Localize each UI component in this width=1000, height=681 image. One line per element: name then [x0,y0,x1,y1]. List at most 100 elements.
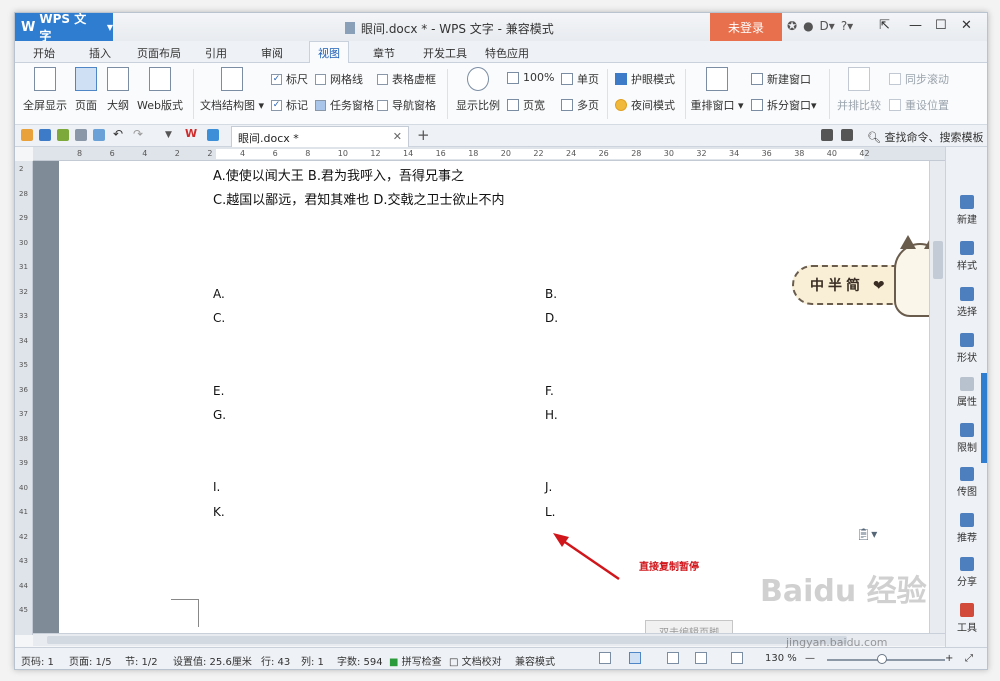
gridlines-checkbox[interactable]: 网格线 [315,71,363,87]
split-window-button[interactable]: 拆分窗口 ▾ [751,97,817,113]
task-pane-checkbox[interactable]: 任务窗格 [315,97,374,113]
print-icon[interactable] [75,129,87,141]
restore-ribbon-icon[interactable]: ⇱ [879,18,890,33]
outline-view-button[interactable]: 大纲 [103,67,133,113]
tab-developer[interactable]: 开发工具 [423,45,467,61]
ruler-tick-label: 10 [337,149,348,158]
tab-page-layout[interactable]: 页面布局 [137,45,181,61]
web-view-button[interactable]: Web版式 [135,67,185,113]
side-compare-button[interactable]: 并排比较 [833,67,885,113]
sidepanel-collapse-handle[interactable] [981,373,987,463]
ruler-tick-label: 2 [19,165,24,173]
multi-page-button[interactable]: 多页 [561,97,599,113]
sidepanel-style[interactable]: 样式 [946,241,987,272]
fit-page-icon[interactable]: ⤢ [965,653,973,664]
toolbox-icon [960,603,974,617]
tab-special[interactable]: 特色应用 [485,45,529,61]
sync-scroll-button[interactable]: 同步滚动 [889,71,949,87]
sidepanel-new[interactable]: 新建 [946,195,987,226]
tab-home[interactable]: 开始 [33,45,55,61]
export-pdf-icon[interactable] [57,129,69,141]
spell-check-toggle[interactable]: ■ 拼写检查 [389,653,442,668]
new-window-button[interactable]: 新建窗口 [751,71,811,87]
close-tab-icon[interactable]: ✕ [393,130,402,143]
ruler-tick-label: 22 [533,149,544,158]
cube-icon[interactable] [207,129,219,141]
sidepanel-shape[interactable]: 形状 [946,333,987,364]
status-word-count[interactable]: 字数: 594 [337,653,383,668]
zoom-in-icon[interactable]: + [945,653,953,664]
doc-proof-toggle[interactable]: □ 文档校对 [449,653,502,668]
restrict-icon [960,423,974,437]
zoom-ratio-button[interactable]: 显示比例 [453,67,503,113]
zoom-slider-knob[interactable] [877,654,887,664]
ruler-tick-label: 24 [566,149,577,158]
vertical-scrollbar[interactable] [929,161,945,635]
open-folder-icon[interactable] [21,129,33,141]
close-icon[interactable]: ✕ [961,18,972,33]
feedback-icon[interactable] [821,129,833,141]
sidepanel-recommend[interactable]: 推荐 [946,513,987,544]
sidepanel-upload-image[interactable]: 传图 [946,467,987,498]
horizontal-ruler: 8 6 4 2 2 4 6 8 10 12 14 16 18 20 22 24 26 28 30 32 34 36 38 40… [33,147,945,161]
reset-position-button[interactable]: 重设位置 [889,97,949,113]
page-view-icon[interactable] [629,652,641,664]
web-view-icon[interactable] [731,652,743,664]
nav-pane-checkbox[interactable]: 导航窗格 [377,97,436,113]
outline-view-icon[interactable] [667,652,679,664]
undo-icon[interactable]: ↶ [113,127,125,141]
customize-dropdown-icon[interactable]: ▼ [165,130,177,142]
sidepanel-share[interactable]: 分享 [946,557,987,588]
recommend-icon [960,513,974,527]
save-icon[interactable] [39,129,51,141]
document-tab[interactable]: 眼间.docx * ✕ [231,126,409,147]
skin-icon[interactable]: ✪ [787,19,797,33]
search-command-box[interactable]: 🔍︎ 查找命令、搜索模板 [867,129,983,145]
fullscreen-view-icon[interactable] [599,652,611,664]
page-width-button[interactable]: 页宽 [507,97,545,113]
tab-chapter[interactable]: 章节 [373,45,395,61]
tab-view[interactable]: 视图 [309,41,349,64]
ruler-tick-label: 6 [272,149,278,158]
rearrange-window-button[interactable]: 重排窗口 ▾ [689,67,745,113]
table-dashed-checkbox[interactable]: 表格虚框 [377,71,436,87]
sidepanel-tools[interactable]: 工具 [946,603,987,634]
page-view-button[interactable]: 页面 [71,67,101,113]
ruler-tick-label: 34 [729,149,740,158]
night-mode-button[interactable]: 夜间模式 [615,97,675,113]
maximize-icon[interactable]: ☐ [935,18,947,33]
ruler-tick-label: 28 [19,189,28,198]
document-page[interactable]: A.使使以闻大王 B.君为我呼入，吾得兄事之 C.越国以鄙远，君知其难也 D.交… [59,161,945,635]
tab-review[interactable]: 审阅 [261,45,283,61]
doc-structure-button[interactable]: 文档结构图 ▾ [199,67,265,113]
login-button[interactable]: 未登录 [710,13,782,41]
settings-icon[interactable]: ● [803,19,813,33]
new-tab-icon[interactable]: + [417,126,430,144]
ruler-tick-label: 6 [109,149,115,158]
zoom-out-icon[interactable]: — [805,653,815,664]
marks-checkbox[interactable]: ✓ 标记 [271,97,308,113]
sidepanel-select[interactable]: 选择 [946,287,987,318]
reading-view-icon[interactable] [695,652,707,664]
status-zoom-value[interactable]: 130 % [765,653,797,664]
vertical-scroll-thumb[interactable] [933,241,943,279]
wps-app-menu-button[interactable]: W WPS 文字 ▼ [15,13,113,43]
minimize-icon[interactable]: — [909,18,922,33]
single-page-button[interactable]: 单页 [561,71,599,87]
flag-icon[interactable] [841,129,853,141]
share-icon[interactable]: D▾ [820,19,835,33]
wps-docer-icon[interactable]: W [185,127,197,140]
tab-references[interactable]: 引用 [205,45,227,61]
help-icon[interactable]: ?▾ [841,19,853,33]
eye-mode-button[interactable]: 护眼模式 [615,71,675,87]
tab-insert[interactable]: 插入 [89,45,111,61]
ruler-tick-label: 45 [19,606,28,614]
ruler-checkbox[interactable]: ✓ 标尺 [271,71,308,87]
status-setting: 设置值: 25.6厘米 [173,657,252,668]
fullscreen-button[interactable]: 全屏显示 [21,67,69,113]
zoom-100-button[interactable]: 100% [507,71,554,84]
horizontal-scroll-thumb[interactable] [47,636,847,644]
print-preview-icon[interactable] [93,129,105,141]
redo-icon[interactable]: ↷ [133,127,145,141]
document-canvas[interactable]: A.使使以闻大王 B.君为我呼入，吾得兄事之 C.越国以鄙远，君知其难也 D.交… [33,161,945,635]
